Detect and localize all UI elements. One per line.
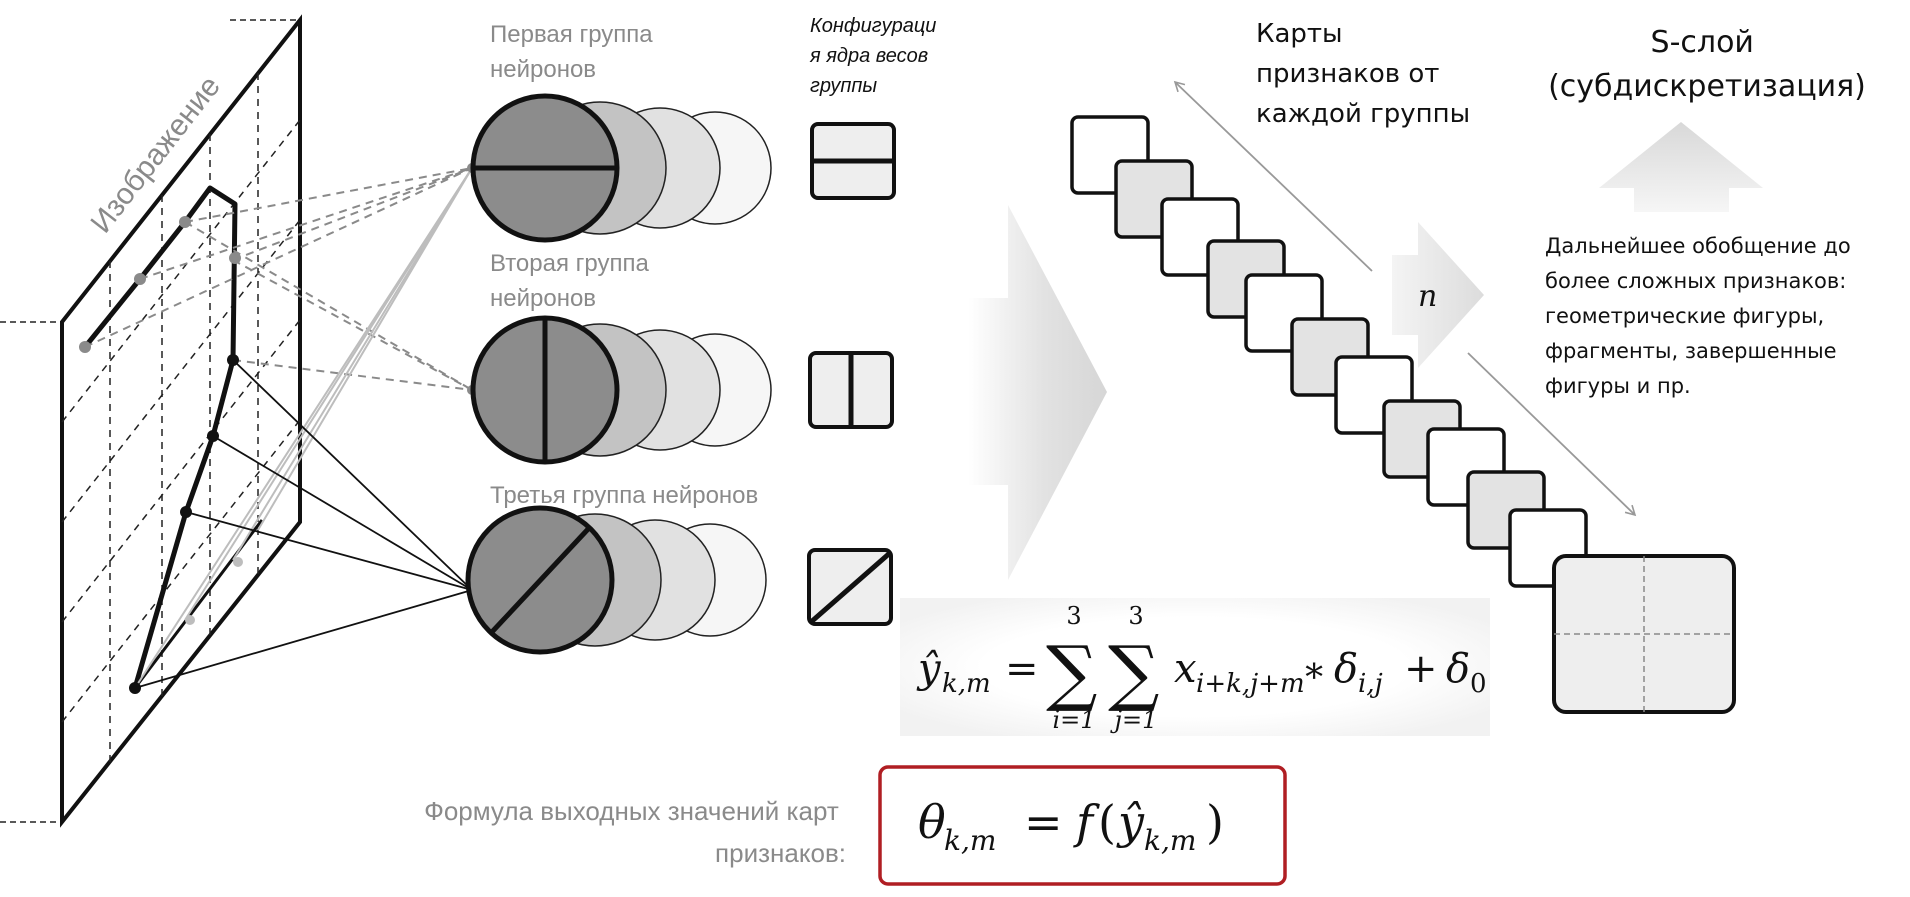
svg-text:i,j: i,j (1358, 669, 1383, 699)
svg-text:=: = (1005, 646, 1039, 692)
kernel-horizontal (810, 122, 896, 200)
svg-text:i+k,j+m: i+k,j+m (1196, 669, 1305, 699)
svg-text:ŷ: ŷ (916, 646, 942, 692)
svg-text:): ) (1206, 795, 1224, 849)
n-arrow (1392, 222, 1484, 368)
group-1-label: Первая группа нейронов (490, 21, 659, 83)
svg-text:ŷ: ŷ (1116, 795, 1145, 849)
svg-text:(: ( (1098, 795, 1116, 849)
kernel-caption: Конфигураци я ядра весов группы (809, 15, 942, 97)
svg-text:∑: ∑ (1046, 630, 1097, 714)
svg-text:δ: δ (1334, 646, 1358, 692)
kernel-diagonal (807, 548, 893, 626)
formula-2-caption: Формула выходных значений карт признаков… (424, 796, 846, 868)
neuron-group-3 (465, 505, 767, 655)
n-label: n (1418, 279, 1437, 314)
generalization-text: Дальнейшее обобщение до более сложных пр… (1545, 234, 1857, 398)
neuron-group-2 (470, 315, 772, 465)
feature-maps-caption: Карты признаков от каждой группы (1256, 19, 1470, 129)
svg-text:θ: θ (918, 795, 946, 849)
svg-text:j=1: j=1 (1110, 706, 1158, 734)
group-3-label: Третья группа нейронов (490, 482, 758, 509)
feature-maps (1070, 115, 1588, 588)
s-layer-map (1552, 554, 1736, 714)
svg-text:3: 3 (1066, 602, 1081, 630)
neuron-group-1 (470, 93, 772, 243)
s-layer-title: S-слой (субдискретизация) (1548, 25, 1866, 104)
s-layer-up-arrow (1599, 122, 1763, 212)
svg-text:∑: ∑ (1108, 630, 1159, 714)
svg-text:x: x (1174, 646, 1197, 692)
svg-text:3: 3 (1128, 602, 1143, 630)
svg-text:∗: ∗ (1302, 650, 1326, 691)
svg-text:i=1: i=1 (1052, 706, 1095, 734)
kernel-vertical (808, 351, 894, 429)
svg-text:k,m: k,m (942, 669, 991, 699)
convolution-diagram: Изображение Первая группа нейронов Втора… (0, 14, 1866, 886)
svg-text:k,m: k,m (944, 824, 996, 857)
big-arrow (968, 205, 1107, 580)
svg-text:k,m: k,m (1144, 824, 1196, 857)
svg-text:δ: δ (1446, 646, 1470, 692)
svg-text:=: = (1024, 795, 1063, 849)
group-2-label: Вторая группа нейронов (490, 250, 655, 312)
svg-text:+: + (1404, 646, 1438, 692)
svg-text:0: 0 (1470, 669, 1487, 699)
